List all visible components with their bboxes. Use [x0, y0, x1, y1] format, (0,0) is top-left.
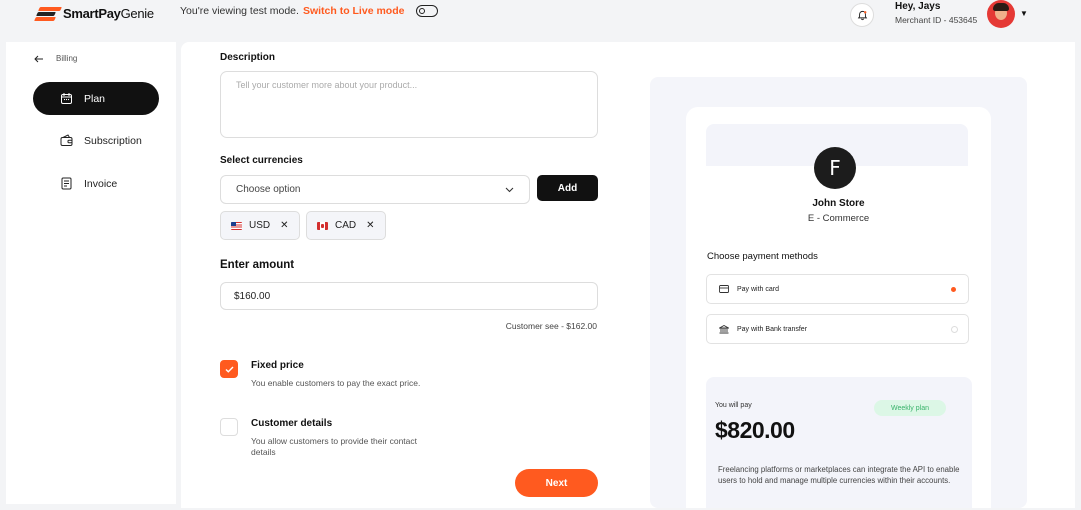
live-mode-toggle[interactable] [416, 5, 439, 17]
test-mode-banner: You're viewing test mode. Switch to Live… [180, 5, 439, 17]
merchant-id: Merchant ID - 453645 [895, 15, 978, 25]
arrow-left-icon [34, 55, 43, 62]
description-label: Description [220, 52, 276, 63]
payment-methods-label: Choose payment methods [707, 251, 818, 262]
radio-selected[interactable] [951, 287, 956, 292]
checkout-card: F John Store E - Commerce Choose payment… [686, 107, 991, 508]
customer-details-checkbox[interactable] [220, 418, 238, 436]
fixed-price-desc: You enable customers to pay the exact pr… [251, 378, 421, 388]
store-logo: F [814, 147, 856, 189]
sidebar-item-label: Subscription [84, 134, 142, 147]
back-label: Billing [56, 54, 78, 63]
payment-method-card[interactable]: Pay with card [706, 274, 969, 304]
top-bar: SmartPayGenie You're viewing test mode. … [0, 0, 1081, 42]
payment-method-label: Pay with Bank transfer [737, 325, 808, 333]
you-will-pay-label: You will pay [715, 402, 752, 409]
switch-live-link[interactable]: Switch to Live mode [303, 5, 405, 17]
brand-name: SmartPayGenie [63, 6, 154, 21]
bell-icon [857, 10, 867, 20]
sidebar-item-invoice[interactable]: Invoice [33, 167, 159, 200]
chip-label: USD [249, 220, 271, 231]
payment-method-bank[interactable]: Pay with Bank transfer [706, 314, 969, 344]
chip-label: CAD [335, 220, 357, 231]
plan-badge: Weekly plan [874, 400, 946, 416]
bank-icon [719, 324, 729, 333]
logo-icon [34, 6, 62, 21]
canada-flag-icon [317, 221, 328, 230]
avatar[interactable] [987, 0, 1015, 28]
calendar-icon [59, 92, 73, 106]
remove-icon[interactable]: ✕ [366, 220, 374, 231]
notification-button[interactable] [850, 3, 874, 27]
checkmark-icon [225, 366, 234, 373]
customer-details-desc: You allow customers to provide their con… [251, 436, 417, 457]
amount-label: Enter amount [220, 259, 295, 271]
price-info-text: Freelancing platforms or marketplaces ca… [718, 465, 960, 485]
wallet-icon [59, 134, 73, 148]
credit-card-icon [719, 285, 729, 293]
us-flag-icon [231, 221, 242, 230]
store-name: John Store [812, 198, 865, 209]
amount-input[interactable]: $160.00 [220, 282, 598, 310]
brand-logo[interactable]: SmartPayGenie [34, 6, 154, 21]
currency-chip-usd: USD ✕ [220, 211, 300, 240]
main-panel: Description Tell your customer more abou… [181, 42, 1075, 508]
checkout-preview: F John Store E - Commerce Choose payment… [650, 77, 1027, 508]
invoice-icon [59, 177, 73, 191]
test-mode-text: You're viewing test mode. [180, 5, 299, 17]
currency-select-value: Choose option [236, 184, 301, 195]
fixed-price-title: Fixed price [251, 360, 304, 371]
currencies-label: Select currencies [220, 155, 303, 166]
chevron-down-icon [505, 187, 514, 192]
add-currency-button[interactable]: Add [537, 175, 598, 201]
payment-summary: You will pay Weekly plan $820.00 Freelan… [706, 377, 972, 508]
payment-method-label: Pay with card [737, 285, 780, 293]
chevron-down-icon[interactable]: ▼ [1020, 9, 1028, 18]
remove-icon[interactable]: ✕ [280, 220, 288, 231]
price-amount: $820.00 [715, 417, 795, 443]
sidebar-item-label: Plan [84, 92, 106, 105]
store-type: E - Commerce [807, 213, 870, 224]
description-input[interactable]: Tell your customer more about your produ… [220, 71, 598, 138]
fixed-price-checkbox[interactable] [220, 360, 238, 378]
currency-chip-cad: CAD ✕ [306, 211, 386, 240]
radio-unselected[interactable] [951, 326, 958, 333]
user-greeting: Hey, Jays [895, 1, 941, 12]
customer-details-title: Customer details [251, 418, 333, 429]
sidebar-item-subscription[interactable]: Subscription [33, 124, 159, 157]
next-button[interactable]: Next [515, 469, 598, 497]
customer-see-text: Customer see - $162.00 [505, 321, 597, 331]
back-link[interactable]: Billing [34, 54, 77, 63]
user-info: Hey, Jays Merchant ID - 453645 [895, 1, 977, 25]
currency-select[interactable]: Choose option [220, 175, 530, 204]
sidebar-item-plan[interactable]: Plan [33, 82, 159, 115]
sidebar: Billing Plan Subscription Invoice [6, 42, 176, 504]
sidebar-item-label: Invoice [84, 177, 118, 190]
